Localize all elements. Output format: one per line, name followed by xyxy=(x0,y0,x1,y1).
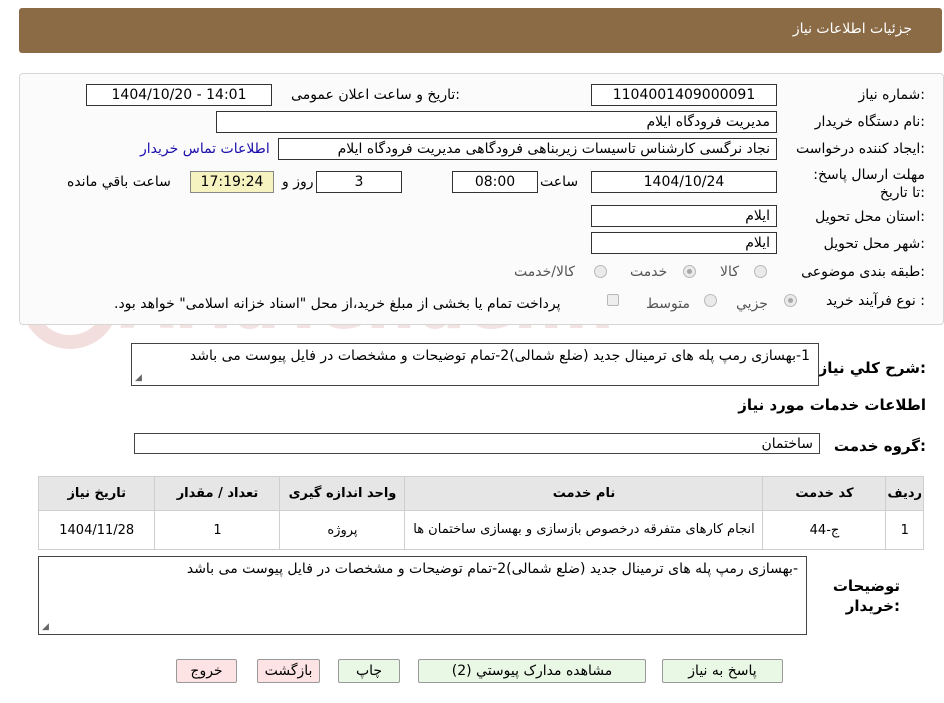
table-header-row: ردیف کد خدمت نام خدمت واحد اندازه گیری ت… xyxy=(37,476,924,511)
service-group-label: گروه خدمت: xyxy=(833,437,926,455)
service-group-value: ساختمان xyxy=(134,433,820,454)
cell-service-code: ج-44 xyxy=(762,510,887,550)
col-header-row-no: ردیف xyxy=(885,476,924,511)
deadline-days-label: روز و xyxy=(282,174,314,190)
exit-button[interactable]: خروج xyxy=(176,659,237,683)
remaining-time-label: ساعت باقي مانده xyxy=(67,174,171,190)
summary-textarea[interactable]: 1-بهسازی رمپ پله های ترمینال جدید (ضلع ش… xyxy=(131,343,819,386)
purchase-type-label: نوع فرآیند خرید : xyxy=(826,293,925,309)
table-row: 1 ج-44 انجام کارهای متفرقه درخصوص بازساز… xyxy=(37,510,924,550)
delivery-province-label: استان محل تحویل: xyxy=(815,209,925,225)
buyer-notes-text: -بهسازی رمپ پله های ترمینال جدید (ضلع شم… xyxy=(186,561,798,577)
category-option-goods: کالا xyxy=(720,264,739,280)
purchase-type-option-medium: متوسط xyxy=(646,296,690,312)
buyer-notes-label: توضیحات خریدار: xyxy=(832,577,900,615)
delivery-province-value: ایلام xyxy=(591,205,777,227)
summary-label: شرح کلي نیاز: xyxy=(818,359,926,377)
reply-button[interactable]: پاسخ به نیاز xyxy=(662,659,783,683)
need-number-value: 1104001409000091 xyxy=(591,84,777,106)
treasury-note: پرداخت تمام یا بخشی از مبلغ خرید،از محل … xyxy=(114,296,561,312)
delivery-city-value: ایلام xyxy=(591,232,777,254)
treasury-checkbox[interactable] xyxy=(607,294,619,306)
deadline-label: مهلت ارسال پاسخ: تا تاریخ: xyxy=(813,167,925,201)
resize-grip-icon[interactable]: ◢ xyxy=(135,373,142,383)
buyer-org-value: مدیریت فرودگاه ایلام xyxy=(216,111,777,133)
col-header-service-name: نام خدمت xyxy=(404,476,764,511)
deadline-time-label: ساعت xyxy=(540,174,579,190)
requester-label: ایجاد کننده درخواست: xyxy=(796,141,925,157)
category-radio-goods-service[interactable] xyxy=(594,265,607,278)
category-label: طبقه بندی موضوعی: xyxy=(801,264,925,280)
deadline-time: 08:00 xyxy=(452,171,538,193)
deadline-date: 1404/10/24 xyxy=(591,171,777,193)
remaining-time: 17:19:24 xyxy=(190,171,274,193)
delivery-city-label: شهر محل تحویل: xyxy=(823,236,925,252)
announce-datetime-value: 1404/10/20 - 14:01 xyxy=(86,84,272,106)
back-button[interactable]: بازگشت xyxy=(257,659,320,683)
col-header-service-code: کد خدمت xyxy=(762,476,887,511)
cell-quantity: 1 xyxy=(154,510,281,550)
announce-datetime-label: تاریخ و ساعت اعلان عمومی: xyxy=(291,87,460,103)
col-header-quantity: تعداد / مقدار xyxy=(154,476,281,511)
services-section-title: اطلاعات خدمات مورد نیاز xyxy=(738,396,926,414)
cell-row-no: 1 xyxy=(885,510,924,550)
services-table: ردیف کد خدمت نام خدمت واحد اندازه گیری ت… xyxy=(37,476,924,550)
col-header-need-date: تاریخ نیاز xyxy=(37,476,156,511)
cell-unit: پروژه xyxy=(279,510,406,550)
page-header: جزئیات اطلاعات نیاز xyxy=(19,8,942,53)
category-radio-goods[interactable] xyxy=(754,265,767,278)
view-attachments-button[interactable]: مشاهده مدارک پیوستي (2) xyxy=(418,659,646,683)
summary-text: 1-بهسازی رمپ پله های ترمینال جدید (ضلع ش… xyxy=(189,348,810,364)
category-option-goods-service: کالا/خدمت xyxy=(514,264,575,280)
buyer-org-label: نام دستگاه خریدار: xyxy=(814,114,925,130)
need-number-label: شماره نیاز: xyxy=(858,87,925,103)
resize-grip-icon[interactable]: ◢ xyxy=(42,622,49,632)
purchase-type-radio-small[interactable] xyxy=(784,294,797,307)
category-option-service: خدمت xyxy=(630,264,668,280)
purchase-type-radio-medium[interactable] xyxy=(704,294,717,307)
buyer-notes-textarea[interactable]: -بهسازی رمپ پله های ترمینال جدید (ضلع شم… xyxy=(38,556,807,635)
requester-value: نجاد نرگسی کارشناس تاسیسات زیربناهی فرود… xyxy=(278,138,777,160)
cell-need-date: 1404/11/28 xyxy=(37,510,156,550)
purchase-type-option-small: جزیي xyxy=(736,296,768,312)
page-title: جزئیات اطلاعات نیاز xyxy=(792,21,912,37)
category-radio-service[interactable] xyxy=(683,265,696,278)
cell-service-name: انجام کارهای متفرقه درخصوص بازسازی و بهس… xyxy=(404,510,764,550)
col-header-unit: واحد اندازه گیری xyxy=(279,476,406,511)
buyer-contact-link[interactable]: اطلاعات تماس خریدار xyxy=(140,141,270,157)
deadline-days: 3 xyxy=(316,171,402,193)
print-button[interactable]: چاپ xyxy=(338,659,400,683)
details-card: شماره نیاز: 1104001409000091 تاریخ و ساع… xyxy=(19,73,944,325)
